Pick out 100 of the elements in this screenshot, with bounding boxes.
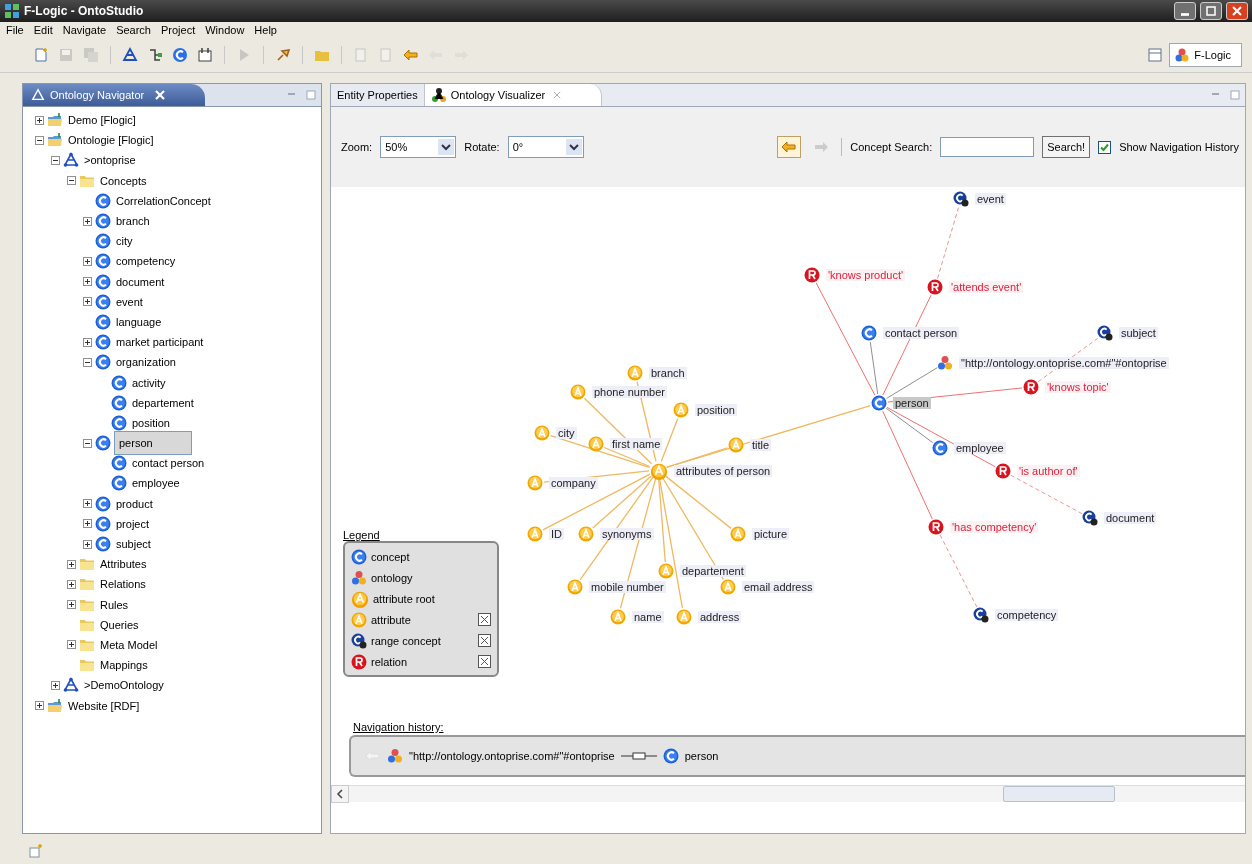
node-label[interactable]: contact person — [883, 327, 960, 339]
concept-search-field[interactable] — [940, 137, 1035, 157]
node-label[interactable]: 'knows topic' — [1045, 381, 1111, 393]
history-checkbox[interactable] — [1098, 140, 1112, 154]
expander-icon[interactable] — [67, 559, 76, 569]
node-label[interactable]: 'has competency' — [950, 521, 1039, 533]
scroll-left-icon[interactable] — [331, 785, 349, 803]
tree-item[interactable]: Mappings — [98, 658, 150, 673]
node-label[interactable]: employee — [954, 442, 1006, 454]
node-label[interactable]: branch — [649, 367, 687, 379]
expander-icon[interactable] — [67, 579, 76, 589]
menu-item[interactable]: Edit — [33, 24, 53, 36]
tree-item[interactable]: Relations — [98, 577, 148, 592]
node-label[interactable]: document — [1104, 512, 1157, 524]
tree-item[interactable]: document — [114, 274, 167, 289]
node-label[interactable]: city — [556, 427, 577, 439]
editor-tab[interactable]: Entity Properties — [331, 84, 425, 106]
open-perspective-icon[interactable] — [1147, 47, 1164, 63]
expander-icon[interactable] — [83, 297, 92, 307]
close-button[interactable] — [1226, 2, 1248, 20]
tree-item[interactable]: product — [114, 496, 155, 511]
hierarchy-icon[interactable] — [147, 47, 163, 63]
concept-icon[interactable] — [172, 47, 188, 63]
tree-item[interactable]: person — [114, 431, 192, 456]
node-label[interactable]: departement — [680, 565, 746, 577]
node-label[interactable]: person — [893, 397, 931, 409]
node-label[interactable]: address — [698, 611, 742, 623]
filter-checkbox[interactable] — [478, 634, 491, 647]
tree-item[interactable]: organization — [114, 355, 178, 370]
menu-item[interactable]: Window — [205, 24, 245, 36]
history-item[interactable]: person — [684, 750, 719, 762]
expander-icon[interactable] — [35, 115, 44, 125]
expander-icon[interactable] — [67, 176, 76, 186]
tree-item[interactable]: project — [114, 516, 152, 531]
node-label[interactable]: company — [549, 477, 598, 489]
tree-item[interactable]: competency — [114, 254, 178, 269]
menu-item[interactable]: Search — [116, 24, 151, 36]
expander-icon[interactable] — [83, 499, 92, 509]
history-item[interactable]: "http://ontology.ontoprise.com#"#ontoprise — [409, 750, 615, 762]
tree-item[interactable]: activity — [130, 375, 168, 390]
perspective-button[interactable]: F-Logic — [1169, 43, 1242, 67]
back-button[interactable] — [777, 136, 802, 158]
tree-item[interactable]: contact person — [130, 456, 207, 471]
tree-item[interactable]: Queries — [98, 617, 141, 632]
expander-icon[interactable] — [35, 701, 44, 711]
node-label[interactable]: synonyms — [600, 528, 654, 540]
expander-icon[interactable] — [67, 600, 76, 610]
tree-item[interactable]: market participant — [114, 335, 206, 350]
node-label[interactable]: email address — [742, 581, 815, 593]
node-label[interactable]: attributes of person — [674, 465, 773, 477]
maximize-button[interactable] — [1200, 2, 1222, 20]
menu-item[interactable]: Navigate — [62, 24, 107, 36]
tree-item[interactable]: language — [114, 314, 164, 329]
node-label[interactable]: phone number — [592, 386, 667, 398]
tree-item[interactable]: employee — [130, 476, 182, 491]
node-label[interactable]: name — [632, 611, 664, 623]
filter-checkbox[interactable] — [478, 613, 491, 626]
expander-icon[interactable] — [83, 277, 92, 287]
ontology-icon[interactable] — [122, 47, 138, 63]
tree-item[interactable]: Rules — [98, 597, 131, 612]
node-label[interactable]: 'is author of' — [1017, 465, 1080, 477]
tree-item[interactable]: Website [RDF] — [66, 698, 142, 713]
node-label[interactable]: subject — [1119, 327, 1158, 339]
node-label[interactable]: position — [695, 404, 737, 416]
tree-item[interactable]: departement — [130, 395, 196, 410]
tree-item[interactable]: CorrelationConcept — [114, 193, 213, 208]
tree-item[interactable]: Demo [Flogic] — [66, 113, 138, 128]
node-label[interactable]: "http://ontology.ontoprise.com#"#ontoprise — [959, 357, 1169, 369]
menu-item[interactable]: Help — [254, 24, 277, 36]
tree-item[interactable]: Attributes — [98, 557, 149, 572]
node-label[interactable]: event — [975, 193, 1006, 205]
tree-item[interactable]: >ontoprise — [82, 153, 138, 168]
expander-icon[interactable] — [35, 135, 44, 145]
expander-icon[interactable] — [67, 640, 76, 650]
tree-item[interactable]: subject — [114, 537, 153, 552]
expander-icon[interactable] — [83, 216, 92, 226]
expander-icon[interactable] — [83, 256, 92, 266]
menu-item[interactable]: Project — [161, 24, 196, 36]
node-label[interactable]: 'knows product' — [826, 269, 906, 281]
tree-item[interactable]: position — [130, 415, 172, 430]
rotate-dropdown[interactable]: 0° — [507, 136, 584, 158]
expander-icon[interactable] — [83, 438, 92, 448]
expander-icon[interactable] — [83, 539, 92, 549]
node-label[interactable]: picture — [752, 528, 790, 540]
tree-item[interactable]: city — [114, 234, 135, 249]
node-label[interactable]: mobile number — [589, 581, 666, 593]
tree-item[interactable]: Concepts — [98, 173, 149, 188]
editor-tab[interactable]: Ontology Visualizer — [424, 84, 603, 106]
tree-item[interactable]: event — [114, 294, 145, 309]
search-button[interactable]: Search! — [1042, 136, 1091, 158]
expander-icon[interactable] — [83, 519, 92, 529]
tree-item[interactable]: Meta Model — [98, 637, 160, 652]
node-label[interactable]: title — [750, 439, 772, 451]
node-label[interactable]: first name — [610, 438, 663, 450]
tree-item[interactable]: Ontologie [Flogic] — [66, 133, 156, 148]
minimize-button[interactable] — [1174, 2, 1196, 20]
node-label[interactable]: 'attends event' — [949, 281, 1024, 293]
expander-icon[interactable] — [83, 357, 92, 367]
node-label[interactable]: competency — [995, 609, 1059, 621]
tree-item[interactable]: >DemoOntology — [82, 678, 166, 693]
